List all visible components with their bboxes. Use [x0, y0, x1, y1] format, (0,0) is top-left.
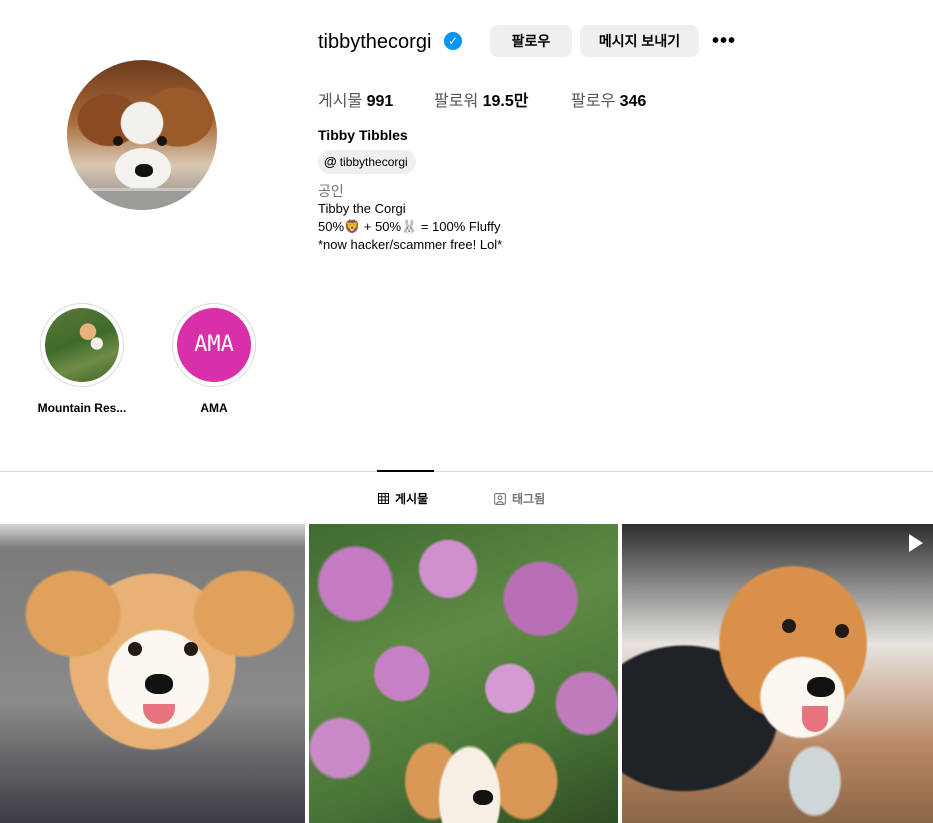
profile-category: 공인: [318, 183, 344, 199]
highlight-label: Mountain Res...: [37, 401, 127, 415]
follow-button[interactable]: 팔로우: [490, 25, 572, 57]
stat-followers-label: 팔로워: [434, 93, 479, 110]
tabs-divider: [0, 471, 933, 472]
profile-username: tibbythecorgi: [318, 31, 432, 53]
stat-following[interactable]: 팔로우 346: [571, 87, 646, 111]
bio-line: Tibby the Corgi: [318, 201, 406, 216]
threads-icon: @: [324, 154, 337, 169]
threads-link[interactable]: @ tibbythecorgi: [318, 150, 416, 174]
dog-tongue: [802, 706, 828, 732]
avatar-dog-nose: [135, 164, 153, 177]
post-tile[interactable]: [0, 524, 305, 823]
tab-tagged[interactable]: 태그됨: [494, 490, 545, 507]
highlight-cover-text: AMA: [177, 308, 251, 382]
dog-eye: [184, 642, 198, 656]
stat-posts: 게시물 991: [318, 87, 393, 111]
dog-eye: [835, 624, 849, 638]
grid-icon: [378, 493, 389, 504]
stat-following-value: 346: [619, 93, 647, 110]
dog-nose: [145, 674, 173, 694]
bio-line: 50%🦁 + 50%🐰 = 100% Fluffy: [318, 219, 501, 234]
post-tile[interactable]: [309, 524, 618, 823]
dog-eye: [128, 642, 142, 656]
stat-following-label: 팔로우: [571, 93, 616, 110]
stat-followers[interactable]: 팔로워 19.5만: [434, 87, 529, 111]
highlight-label: AMA: [200, 401, 228, 415]
highlight-cover-image: [45, 308, 119, 382]
send-message-button[interactable]: 메시지 보내기: [580, 25, 699, 57]
threads-handle: tibbythecorgi: [339, 155, 408, 169]
bio-line: *now hacker/scammer free! Lol*: [318, 237, 503, 252]
active-tab-indicator: [377, 470, 434, 472]
stat-followers-value: 19.5만: [482, 93, 529, 110]
profile-avatar[interactable]: [67, 60, 217, 210]
avatar-dog-eye: [157, 136, 167, 146]
dog-eye: [782, 619, 796, 633]
highlight-ama[interactable]: AMA: [172, 303, 256, 387]
stat-posts-label: 게시물: [318, 93, 363, 110]
dog-nose: [473, 790, 493, 805]
dog-tongue: [143, 704, 175, 724]
verified-badge-icon: ✓: [444, 32, 462, 50]
profile-full-name: Tibby Tibbles: [318, 127, 408, 143]
more-options-icon[interactable]: •••: [711, 26, 737, 56]
tab-tagged-label: 태그됨: [512, 492, 546, 506]
avatar-tray: [87, 188, 207, 210]
reel-play-icon: [909, 534, 923, 552]
tagged-user-icon: [494, 492, 506, 505]
tab-posts-label: 게시물: [395, 492, 429, 506]
tab-posts[interactable]: 게시물: [378, 490, 428, 507]
highlight-mountain[interactable]: [40, 303, 124, 387]
avatar-dog-eye: [113, 136, 123, 146]
stat-posts-value: 991: [366, 93, 394, 110]
post-tile-reel[interactable]: [622, 524, 933, 823]
dog-nose: [807, 677, 835, 697]
